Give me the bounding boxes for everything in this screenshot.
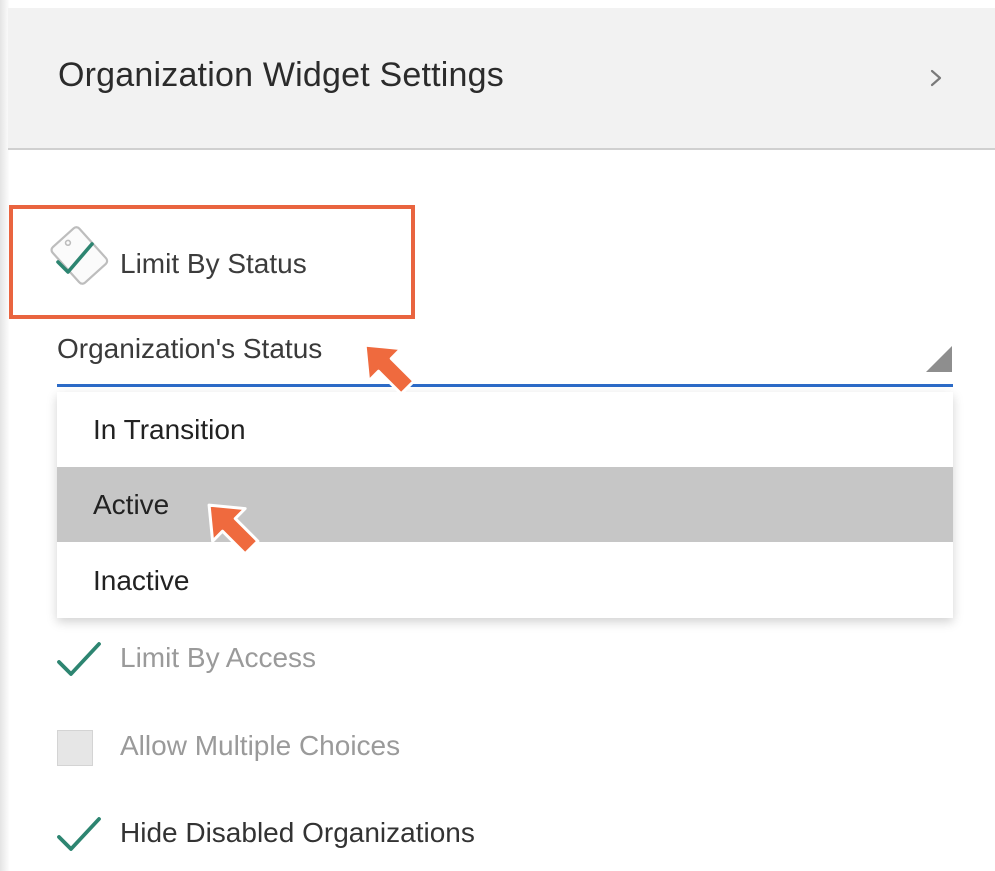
- limit-by-status-label[interactable]: Limit By Status: [120, 248, 307, 280]
- allow-multiple-choices-label: Allow Multiple Choices: [120, 730, 401, 761]
- settings-header[interactable]: Organization Widget Settings: [8, 8, 995, 150]
- dropdown-option-in-transition[interactable]: In Transition: [57, 392, 953, 467]
- hide-disabled-organizations-label: Hide Disabled Organizations: [120, 817, 475, 848]
- dropdown-option-label: In Transition: [93, 414, 246, 445]
- callout-arrow-icon: [363, 343, 416, 396]
- page-title: Organization Widget Settings: [58, 56, 504, 94]
- checkbox-unchecked[interactable]: [57, 730, 93, 766]
- checkmark-icon[interactable]: [56, 640, 102, 680]
- dropdown-option-label: Inactive: [93, 565, 190, 596]
- settings-panel: Organization Widget Settings Limit By St…: [0, 0, 995, 871]
- callout-arrow-icon: [207, 503, 260, 556]
- dropdown-option-inactive[interactable]: Inactive: [57, 543, 953, 618]
- organization-status-field-label[interactable]: Organization's Status: [57, 333, 322, 365]
- status-dropdown-menu: In Transition Active Inactive: [57, 392, 953, 618]
- tag-check-icon[interactable]: [42, 218, 114, 290]
- dropdown-option-label: Active: [93, 489, 170, 520]
- status-field-underline: [57, 384, 953, 387]
- checkmark-icon[interactable]: [56, 815, 102, 855]
- limit-by-access-label: Limit By Access: [120, 642, 317, 673]
- dropdown-caret-icon[interactable]: [926, 346, 952, 372]
- dropdown-option-active[interactable]: Active: [57, 467, 953, 542]
- chevron-right-icon[interactable]: [926, 66, 946, 90]
